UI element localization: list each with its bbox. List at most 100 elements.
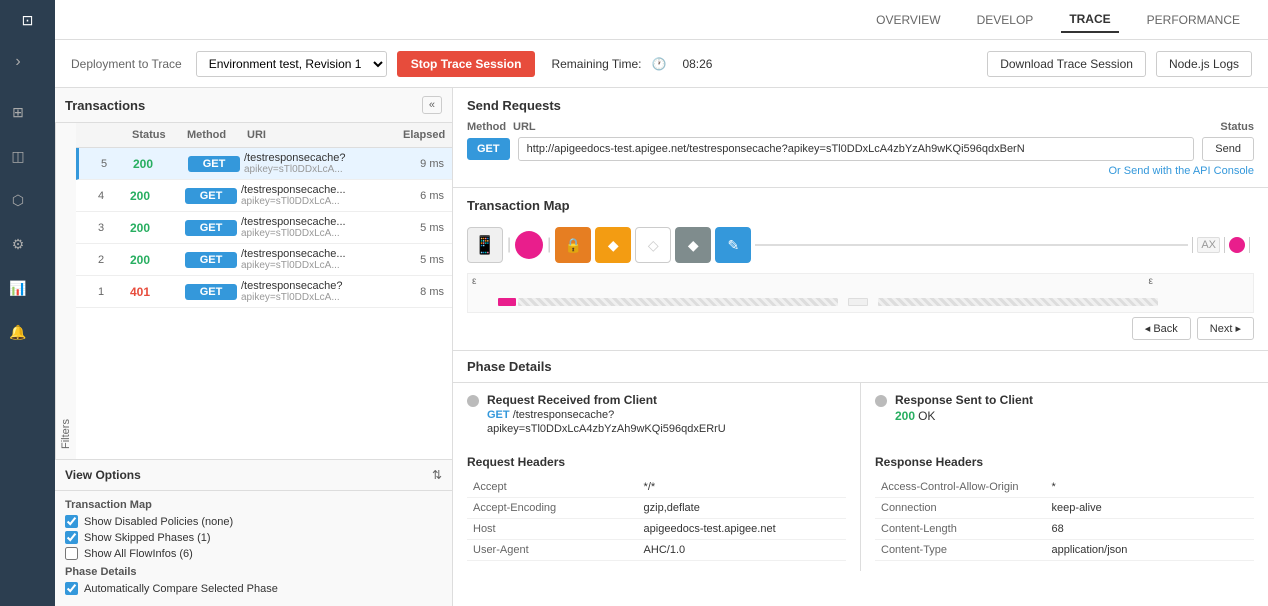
row-uri: /testresponsecache? apikey=sTl0DDxLcA...	[241, 280, 397, 303]
sidebar-icon-expand[interactable]: ›	[0, 44, 36, 80]
auto-compare-checkbox[interactable]: Automatically Compare Selected Phase	[65, 582, 442, 595]
stripe-bar	[518, 298, 838, 306]
row-status: 401	[126, 283, 181, 301]
chart-icon: 📊	[9, 280, 26, 297]
table-row[interactable]: 3 200 GET /testresponsecache... apikey=s…	[76, 212, 452, 244]
sidebar-icon-analytics[interactable]: 📊	[0, 270, 36, 306]
pink-marker	[498, 298, 516, 306]
show-skipped-checkbox[interactable]: Show Skipped Phases (1)	[65, 531, 442, 544]
request-phase-dot	[467, 395, 479, 407]
right-panel: Send Requests Method URL Status GET Send…	[453, 88, 1268, 606]
chevron-right-icon: ›	[15, 53, 20, 71]
back-button[interactable]: ◂ Back	[1132, 317, 1191, 340]
dark-diamond-icon[interactable]: ◆	[675, 227, 711, 263]
auto-compare-input[interactable]	[65, 582, 78, 595]
view-options-header[interactable]: View Options ⇅	[55, 460, 452, 491]
send-requests-section: Send Requests Method URL Status GET Send…	[453, 88, 1268, 188]
nav-overview[interactable]: OVERVIEW	[868, 8, 948, 32]
header-name: Accept	[467, 477, 638, 498]
pink-circle-icon[interactable]	[515, 231, 543, 259]
send-requests-title: Send Requests	[467, 98, 1254, 113]
request-phase-url2: apikey=sTl0DDxLcA4zbYzAh9wKQi596qdxERrU	[487, 423, 726, 435]
sidebar-icon-grid[interactable]: ⊞	[0, 94, 36, 130]
next-button[interactable]: Next ▸	[1197, 317, 1254, 340]
table-row[interactable]: 5 200 GET /testresponsecache? apikey=sTl…	[76, 148, 452, 180]
table-row[interactable]: 2 200 GET /testresponsecache... apikey=s…	[76, 244, 452, 276]
sidebar-icon-proxy[interactable]: ⬡	[0, 182, 36, 218]
gear-icon: ⚙	[12, 236, 25, 253]
show-disabled-checkbox[interactable]: Show Disabled Policies (none)	[65, 515, 442, 528]
show-disabled-input[interactable]	[65, 515, 78, 528]
request-phase-url: GET /testresponsecache?	[487, 409, 726, 421]
phone-icon[interactable]: 📱	[467, 227, 503, 263]
row-num: 4	[76, 188, 126, 204]
row-uri: /testresponsecache... apikey=sTl0DDxLcA.…	[241, 216, 397, 239]
row-method[interactable]: GET	[185, 220, 237, 236]
logo-area: ⊡	[0, 0, 55, 40]
response-phase-dot	[875, 395, 887, 407]
row-method[interactable]: GET	[188, 156, 240, 172]
stop-trace-button[interactable]: Stop Trace Session	[397, 51, 536, 77]
environment-select[interactable]: Environment test, Revision 1	[196, 51, 387, 77]
show-skipped-label: Show Skipped Phases (1)	[84, 532, 211, 544]
filters-sidebar[interactable]: Filters	[55, 123, 76, 459]
table-row[interactable]: 4 200 GET /testresponsecache... apikey=s…	[76, 180, 452, 212]
pipe-separator: |	[507, 236, 511, 254]
header-name: Host	[467, 519, 638, 540]
header-name: Access-Control-Allow-Origin	[875, 477, 1046, 498]
header-value: apigeedocs-test.apigee.net	[638, 519, 846, 540]
view-options-section: View Options ⇅ Transaction Map Show Disa…	[55, 459, 452, 606]
row-method[interactable]: GET	[185, 284, 237, 300]
col-elapsed: Elapsed	[397, 127, 452, 143]
header-value: */*	[638, 477, 846, 498]
header-name: Content-Type	[875, 540, 1046, 561]
show-skipped-input[interactable]	[65, 531, 78, 544]
show-all-flowinfos-checkbox[interactable]: Show All FlowInfos (6)	[65, 547, 442, 560]
epsilon-left: ε	[472, 276, 476, 287]
deployment-label: Deployment to Trace	[71, 57, 182, 71]
nodejs-logs-button[interactable]: Node.js Logs	[1156, 51, 1252, 77]
collapse-transactions-button[interactable]: «	[422, 96, 442, 114]
blue-edit-icon[interactable]: ✎	[715, 227, 751, 263]
nav-performance[interactable]: PERFORMANCE	[1139, 8, 1248, 32]
map-flow: 📱 | | 🔒 ◆	[467, 221, 1254, 269]
orange-lock-icon[interactable]: 🔒	[555, 227, 591, 263]
transaction-map-section: Transaction Map 📱 | | 🔒	[453, 188, 1268, 351]
response-phase-title: Response Sent to Client	[895, 393, 1033, 407]
show-flowinfos-input[interactable]	[65, 547, 78, 560]
table-header: Status Method URI Elapsed	[76, 123, 452, 148]
url-input[interactable]	[518, 137, 1195, 161]
sidebar-icon-api[interactable]: ◫	[0, 138, 36, 174]
row-status: 200	[126, 251, 181, 269]
response-ok-label: OK	[918, 409, 935, 423]
clock-icon: 🕐	[651, 57, 666, 71]
remaining-label: Remaining Time:	[551, 57, 641, 71]
get-method-button[interactable]: GET	[467, 138, 510, 160]
sidebar-icon-notify[interactable]: 🔔	[0, 314, 36, 350]
row-method[interactable]: GET	[185, 188, 237, 204]
response-headers-title: Response Headers	[875, 455, 1254, 469]
row-elapsed: 8 ms	[397, 286, 452, 298]
row-elapsed: 9 ms	[397, 158, 452, 170]
sidebar-icon-settings[interactable]: ⚙	[0, 226, 36, 262]
header-name: Connection	[875, 498, 1046, 519]
url-label: URL	[513, 121, 543, 133]
row-uri: /testresponsecache? apikey=sTl0DDxLcA...	[244, 152, 397, 175]
pipe-separator2: |	[547, 236, 551, 254]
row-status: 200	[129, 155, 184, 173]
white-diamond-icon[interactable]: ◇	[635, 227, 671, 263]
nav-trace[interactable]: TRACE	[1061, 7, 1118, 33]
api-console-link[interactable]: Or Send with the API Console	[467, 165, 1254, 177]
yellow-diamond-icon[interactable]: ◆	[595, 227, 631, 263]
send-button[interactable]: Send	[1202, 137, 1254, 161]
response-headers-section: Response Headers Access-Control-Allow-Or…	[861, 445, 1268, 571]
download-trace-button[interactable]: Download Trace Session	[987, 51, 1146, 77]
phase-details-section-title: Phase Details	[65, 566, 442, 578]
status-label: Status	[1220, 121, 1254, 133]
row-method[interactable]: GET	[185, 252, 237, 268]
nav-develop[interactable]: DEVELOP	[969, 8, 1042, 32]
request-url-text: /testresponsecache?	[513, 409, 615, 421]
transactions-table-area: Filters Status Method URI Elapsed 5 2	[55, 123, 452, 459]
phase-details-section: Phase Details Request Received from Clie…	[453, 351, 1268, 606]
table-row[interactable]: 1 401 GET /testresponsecache? apikey=sTl…	[76, 276, 452, 308]
